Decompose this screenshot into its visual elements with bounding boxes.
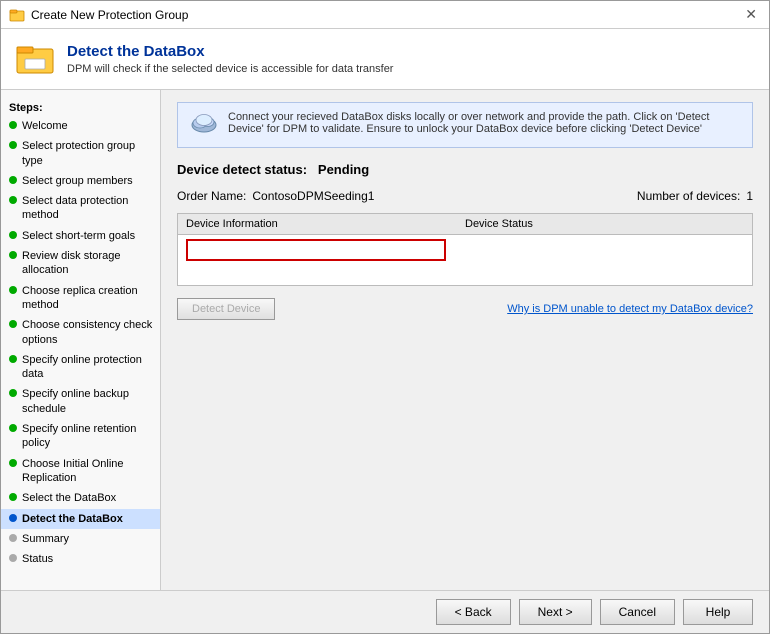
sidebar-item-select-group-members[interactable]: Select group members [1,171,160,191]
sidebar-label-group-members: Select group members [22,174,133,188]
sidebar-label-online-protection: Specify online protection data [22,353,154,382]
sidebar-label-data-protection: Select data protection method [22,194,154,223]
action-row: Detect Device Why is DPM unable to detec… [177,298,753,320]
dot-replica-creation [9,286,17,294]
table-body [178,235,752,285]
dot-data-protection [9,196,17,204]
sidebar-item-welcome[interactable]: Welcome [1,116,160,136]
order-right: Number of devices: 1 [637,189,753,203]
dot-group-members [9,176,17,184]
header-section: Detect the DataBox DPM will check if the… [1,29,769,90]
dot-initial-online [9,459,17,467]
content-area: Connect your recieved DataBox disks loca… [161,90,769,590]
sidebar: Steps: Welcome Select protection group t… [1,90,161,590]
dot-consistency-check [9,320,17,328]
help-link[interactable]: Why is DPM unable to detect my DataBox d… [507,303,753,315]
cancel-button[interactable]: Cancel [600,599,675,625]
num-devices-label: Number of devices: [637,189,740,203]
sidebar-label-short-term: Select short-term goals [22,229,135,243]
sidebar-label-online-backup: Specify online backup schedule [22,387,154,416]
sidebar-label-disk-storage: Review disk storage allocation [22,249,154,278]
sidebar-label-consistency-check: Choose consistency check options [22,318,154,347]
main-window: Create New Protection Group ✕ Detect the… [0,0,770,634]
next-button[interactable]: Next > [519,599,592,625]
sidebar-label-detect-databox: Detect the DataBox [22,512,123,526]
device-input-box[interactable] [186,239,446,261]
sidebar-label-online-retention: Specify online retention policy [22,422,154,451]
sidebar-item-select-protection-group-type[interactable]: Select protection group type [1,136,160,171]
back-button[interactable]: < Back [436,599,511,625]
sidebar-item-review-disk-storage[interactable]: Review disk storage allocation [1,246,160,281]
sidebar-item-select-data-protection-method[interactable]: Select data protection method [1,191,160,226]
dot-summary [9,534,17,542]
sidebar-item-select-databox[interactable]: Select the DataBox [1,488,160,508]
device-input-field[interactable] [188,241,444,259]
sidebar-item-choose-replica-creation[interactable]: Choose replica creation method [1,281,160,316]
order-name-label: Order Name: [177,189,246,203]
sidebar-item-specify-online-protection[interactable]: Specify online protection data [1,350,160,385]
titlebar-left: Create New Protection Group [9,7,188,23]
order-left: Order Name: ContosoDPMSeeding1 [177,189,374,203]
window-title: Create New Protection Group [31,8,188,22]
dot-detect-databox [9,514,17,522]
table-col-device-info: Device Information [186,218,465,230]
num-devices-value: 1 [746,189,753,203]
sidebar-item-detect-databox[interactable]: Detect the DataBox [1,509,160,529]
sidebar-label-initial-online: Choose Initial Online Replication [22,457,154,486]
sidebar-item-summary[interactable]: Summary [1,529,160,549]
window-icon [9,7,25,23]
table-header: Device Information Device Status [178,214,752,235]
sidebar-label-welcome: Welcome [22,119,68,133]
sidebar-label-summary: Summary [22,532,69,546]
sidebar-item-status[interactable]: Status [1,549,160,569]
sidebar-label-replica-creation: Choose replica creation method [22,284,154,313]
device-detect-status-line: Device detect status: Pending [177,162,753,177]
status-value: Pending [318,162,369,177]
sidebar-item-specify-online-backup[interactable]: Specify online backup schedule [1,384,160,419]
sidebar-label-status: Status [22,552,53,566]
dot-online-retention [9,424,17,432]
help-button[interactable]: Help [683,599,753,625]
sidebar-label-protection-group-type: Select protection group type [22,139,154,168]
detect-device-button[interactable]: Detect Device [177,298,275,320]
cloud-icon [190,111,218,139]
sidebar-item-choose-consistency-check[interactable]: Choose consistency check options [1,315,160,350]
info-bar-text: Connect your recieved DataBox disks loca… [228,111,740,135]
page-title: Detect the DataBox [67,43,393,60]
sidebar-item-select-short-term-goals[interactable]: Select short-term goals [1,226,160,246]
titlebar: Create New Protection Group ✕ [1,1,769,29]
close-button[interactable]: ✕ [741,6,761,23]
info-bar: Connect your recieved DataBox disks loca… [177,102,753,148]
header-text: Detect the DataBox DPM will check if the… [67,43,393,75]
header-icon [15,39,55,79]
sidebar-item-choose-initial-online[interactable]: Choose Initial Online Replication [1,454,160,489]
dot-protection-group-type [9,141,17,149]
dot-short-term [9,231,17,239]
steps-label: Steps: [1,98,160,116]
dot-online-protection [9,355,17,363]
page-subtitle: DPM will check if the selected device is… [67,63,393,75]
dot-welcome [9,121,17,129]
status-label: Device detect status: [177,162,307,177]
dot-status [9,554,17,562]
order-row: Order Name: ContosoDPMSeeding1 Number of… [177,189,753,203]
device-table: Device Information Device Status [177,213,753,286]
sidebar-label-select-databox: Select the DataBox [22,491,116,505]
sidebar-item-specify-online-retention[interactable]: Specify online retention policy [1,419,160,454]
order-name-value: ContosoDPMSeeding1 [252,189,374,203]
dot-online-backup [9,389,17,397]
dot-disk-storage [9,251,17,259]
main-content: Steps: Welcome Select protection group t… [1,90,769,590]
table-col-device-status: Device Status [465,218,744,230]
dot-select-databox [9,493,17,501]
footer: < Back Next > Cancel Help [1,590,769,633]
